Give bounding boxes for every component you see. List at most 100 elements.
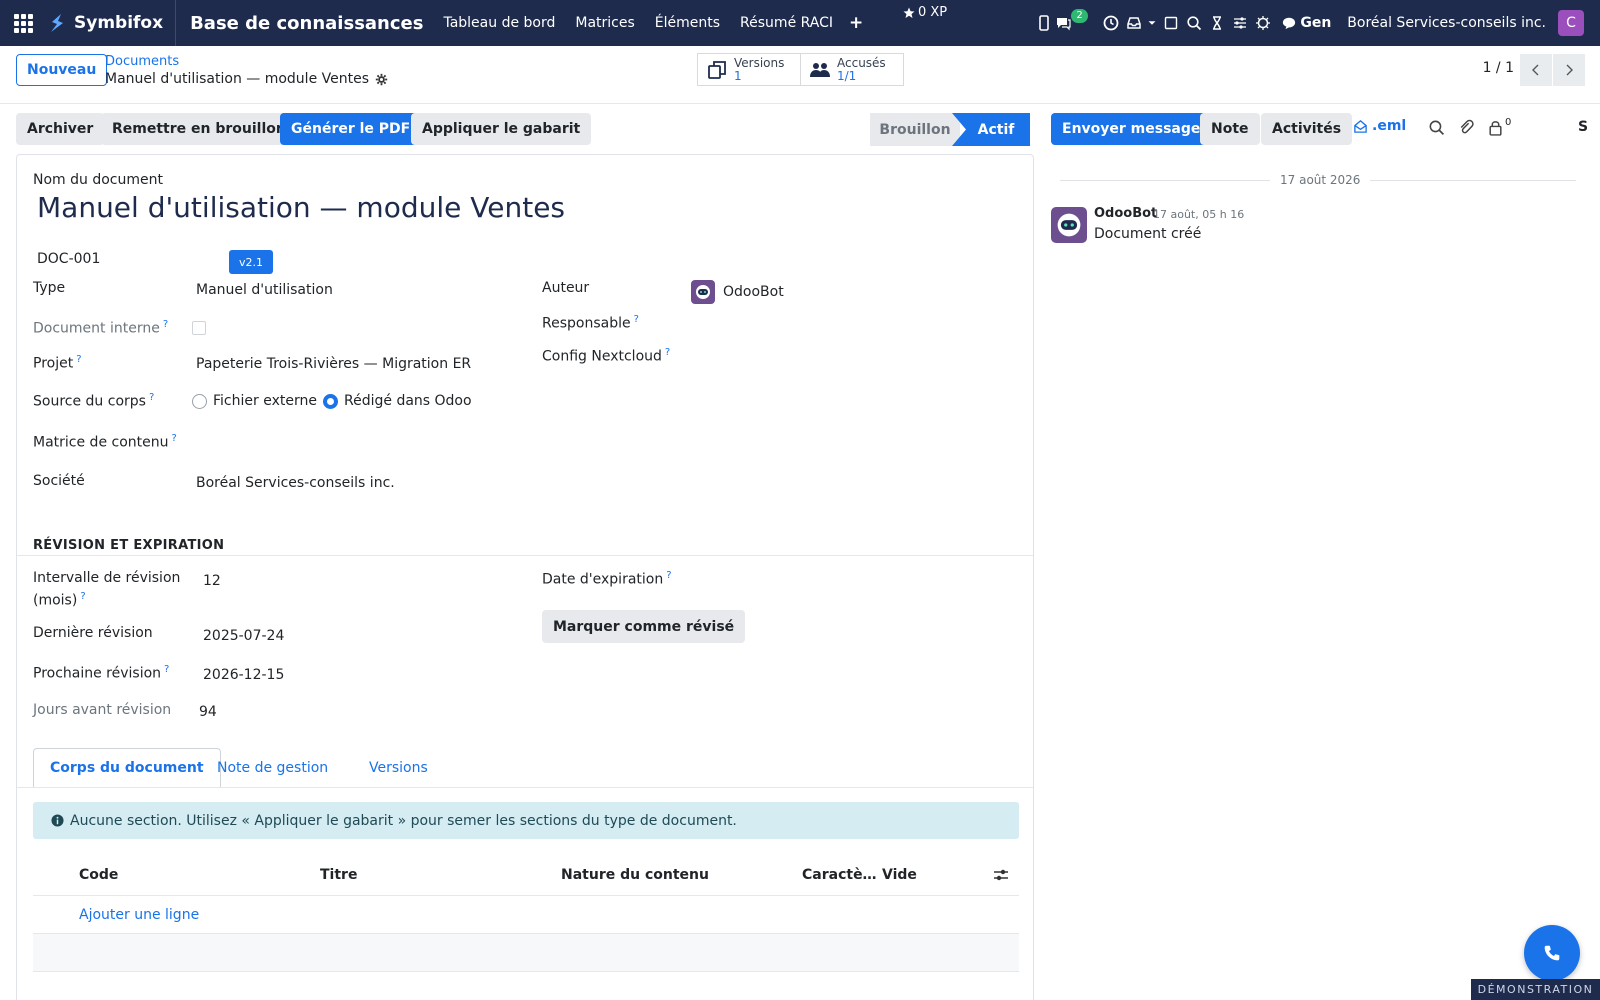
revision-interval-label-1: Intervalle de révision <box>33 570 181 586</box>
xp-counter[interactable]: 0 XP <box>903 5 947 20</box>
days-before-revision-value: 94 <box>199 704 217 720</box>
help-icon[interactable]: ? <box>149 392 154 403</box>
new-button[interactable]: Nouveau <box>16 54 108 86</box>
eml-button[interactable]: .eml <box>1353 118 1406 134</box>
help-icon[interactable]: ? <box>164 664 169 675</box>
star-icon <box>903 7 915 18</box>
hourglass-icon[interactable] <box>1205 0 1228 46</box>
last-revision-field[interactable]: 2025-07-24 <box>203 628 284 644</box>
clock-icon[interactable] <box>1099 0 1122 46</box>
radio-odoo[interactable] <box>323 393 338 409</box>
acknowledgements-label: Accusés <box>837 55 886 70</box>
document-reference[interactable]: DOC-001 <box>37 251 100 267</box>
help-icon[interactable]: ? <box>665 347 670 358</box>
tab-management-note[interactable]: Note de gestion <box>201 748 344 788</box>
column-content-nature[interactable]: Nature du contenu <box>561 867 709 883</box>
form-sheet: Nom du document Manuel d'utilisation — m… <box>16 154 1034 1000</box>
reset-draft-button[interactable]: Remettre en brouillon <box>101 113 297 145</box>
pager-previous-button[interactable] <box>1520 54 1552 86</box>
chevron-left-icon <box>1532 64 1539 76</box>
menu-elements[interactable]: Éléments <box>645 15 730 31</box>
app-title[interactable]: Base de connaissances <box>190 13 423 34</box>
sliders-icon[interactable] <box>1228 0 1251 46</box>
mark-reviewed-button[interactable]: Marquer comme révisé <box>542 610 746 643</box>
internal-document-checkbox[interactable] <box>192 321 206 335</box>
note-icon[interactable] <box>1159 0 1182 46</box>
acknowledgements-smart-button[interactable]: Accusés 1/1 <box>800 53 904 86</box>
generate-pdf-button[interactable]: Générer le PDF <box>280 113 422 145</box>
chatter-search-icon[interactable] <box>1428 119 1448 139</box>
help-icon[interactable]: ? <box>76 354 81 365</box>
phone-icon <box>1544 945 1560 961</box>
document-name-field[interactable]: Manuel d'utilisation — module Ventes <box>37 191 565 224</box>
help-icon[interactable]: ? <box>172 433 177 444</box>
search-icon[interactable] <box>1182 0 1205 46</box>
phone-call-button[interactable] <box>1524 925 1580 981</box>
help-icon[interactable]: ? <box>80 591 85 602</box>
menu-raci-summary[interactable]: Résumé RACI <box>730 15 843 31</box>
gen-assistant-button[interactable]: Gen <box>1274 15 1339 31</box>
project-field[interactable]: Papeterie Trois-Rivières — Migration ER <box>196 356 471 372</box>
body-source-odoo-option[interactable]: Rédigé dans Odoo <box>323 393 472 409</box>
menu-matrices[interactable]: Matrices <box>565 15 644 31</box>
followers-lock-icon[interactable] <box>1487 119 1507 139</box>
column-characteristics[interactable]: Caractè… <box>802 867 877 883</box>
optional-columns-icon[interactable] <box>993 868 1009 882</box>
users-icon <box>810 62 830 77</box>
menu-dashboard[interactable]: Tableau de bord <box>433 15 565 31</box>
tab-versions[interactable]: Versions <box>353 748 444 788</box>
company-switcher[interactable]: Boréal Services-conseils inc. <box>1339 15 1558 31</box>
add-line-link[interactable]: Ajouter une ligne <box>79 907 199 923</box>
messages-icon[interactable]: 2 <box>1055 0 1099 46</box>
help-icon[interactable]: ? <box>666 570 671 581</box>
revision-interval-field[interactable]: 12 <box>203 573 221 589</box>
send-message-button[interactable]: Envoyer message <box>1051 113 1212 145</box>
type-field[interactable]: Manuel d'utilisation <box>196 282 333 298</box>
help-icon[interactable]: ? <box>163 319 168 330</box>
paperclip-icon[interactable] <box>1458 119 1478 139</box>
apply-template-button[interactable]: Appliquer le gabarit <box>411 113 592 145</box>
column-code[interactable]: Code <box>79 867 118 883</box>
company-field[interactable]: Boréal Services-conseils inc. <box>196 475 395 491</box>
body-source-external-option[interactable]: Fichier externe <box>192 393 317 409</box>
internal-document-label: Document interne? <box>33 319 169 337</box>
bug-icon[interactable] <box>1251 0 1274 46</box>
breadcrumb: Documents Manuel d'utilisation — module … <box>105 54 388 88</box>
pager-next-button[interactable] <box>1553 54 1585 86</box>
inbox-icon[interactable] <box>1122 0 1145 46</box>
eml-label: .eml <box>1372 118 1407 134</box>
user-avatar[interactable]: C <box>1558 10 1584 36</box>
content-matrix-label: Matrice de contenu? <box>33 433 177 451</box>
plus-icon[interactable]: + <box>843 13 869 33</box>
message-author[interactable]: OdooBot <box>1094 206 1157 221</box>
brand[interactable]: Symbifox <box>46 0 177 46</box>
activities-button[interactable]: Activités <box>1261 113 1353 145</box>
message-avatar[interactable] <box>1051 207 1087 243</box>
tabs-divider <box>17 787 1033 788</box>
versions-smart-button[interactable]: Versions 1 <box>697 53 801 86</box>
gear-icon[interactable] <box>375 73 388 86</box>
caret-down-icon[interactable] <box>1145 0 1159 46</box>
pager-value[interactable]: 1 / 1 <box>1483 60 1514 76</box>
envelope-open-icon <box>1354 119 1367 133</box>
next-revision-field[interactable]: 2026-12-15 <box>203 667 284 683</box>
author-field[interactable]: OdooBot <box>691 280 784 304</box>
acknowledgements-count: 1/1 <box>837 68 857 83</box>
status-active[interactable]: Actif <box>952 113 1030 146</box>
apps-menu-icon[interactable] <box>0 0 46 46</box>
radio-external[interactable] <box>192 393 207 409</box>
column-empty[interactable]: Vide <box>882 867 917 883</box>
tab-document-body[interactable]: Corps du document <box>33 748 221 788</box>
copy-icon <box>708 60 726 79</box>
column-title[interactable]: Titre <box>320 867 357 883</box>
help-icon[interactable]: ? <box>634 314 639 325</box>
chatter-s-label[interactable]: S <box>1578 119 1588 135</box>
archive-button[interactable]: Archiver <box>16 113 105 145</box>
notebook-tabs: Corps du document Note de gestion Versio… <box>33 748 1017 788</box>
status-draft[interactable]: Brouillon <box>870 113 960 146</box>
log-note-button[interactable]: Note <box>1200 113 1260 145</box>
top-navbar: Symbifox Base de connaissances Tableau d… <box>0 0 1600 46</box>
days-before-revision-label: Jours avant révision <box>33 702 172 718</box>
mobile-icon[interactable] <box>1032 0 1055 46</box>
breadcrumb-documents[interactable]: Documents <box>105 54 388 70</box>
